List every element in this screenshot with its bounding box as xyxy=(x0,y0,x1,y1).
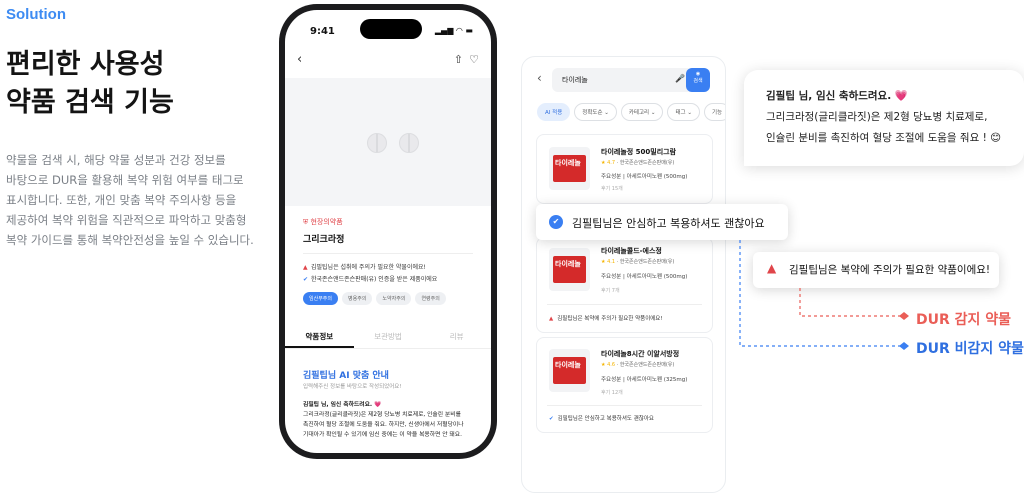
connector-lines xyxy=(739,240,909,350)
detected-connector xyxy=(799,288,902,317)
undetected-connector-marker xyxy=(899,342,909,350)
dur-undetected-label: DUR 비감지 약물 xyxy=(916,341,1024,357)
undetected-connector xyxy=(739,240,902,347)
dur-detected-label: DUR 감지 약물 xyxy=(916,312,1012,328)
detected-connector-marker xyxy=(899,312,909,320)
